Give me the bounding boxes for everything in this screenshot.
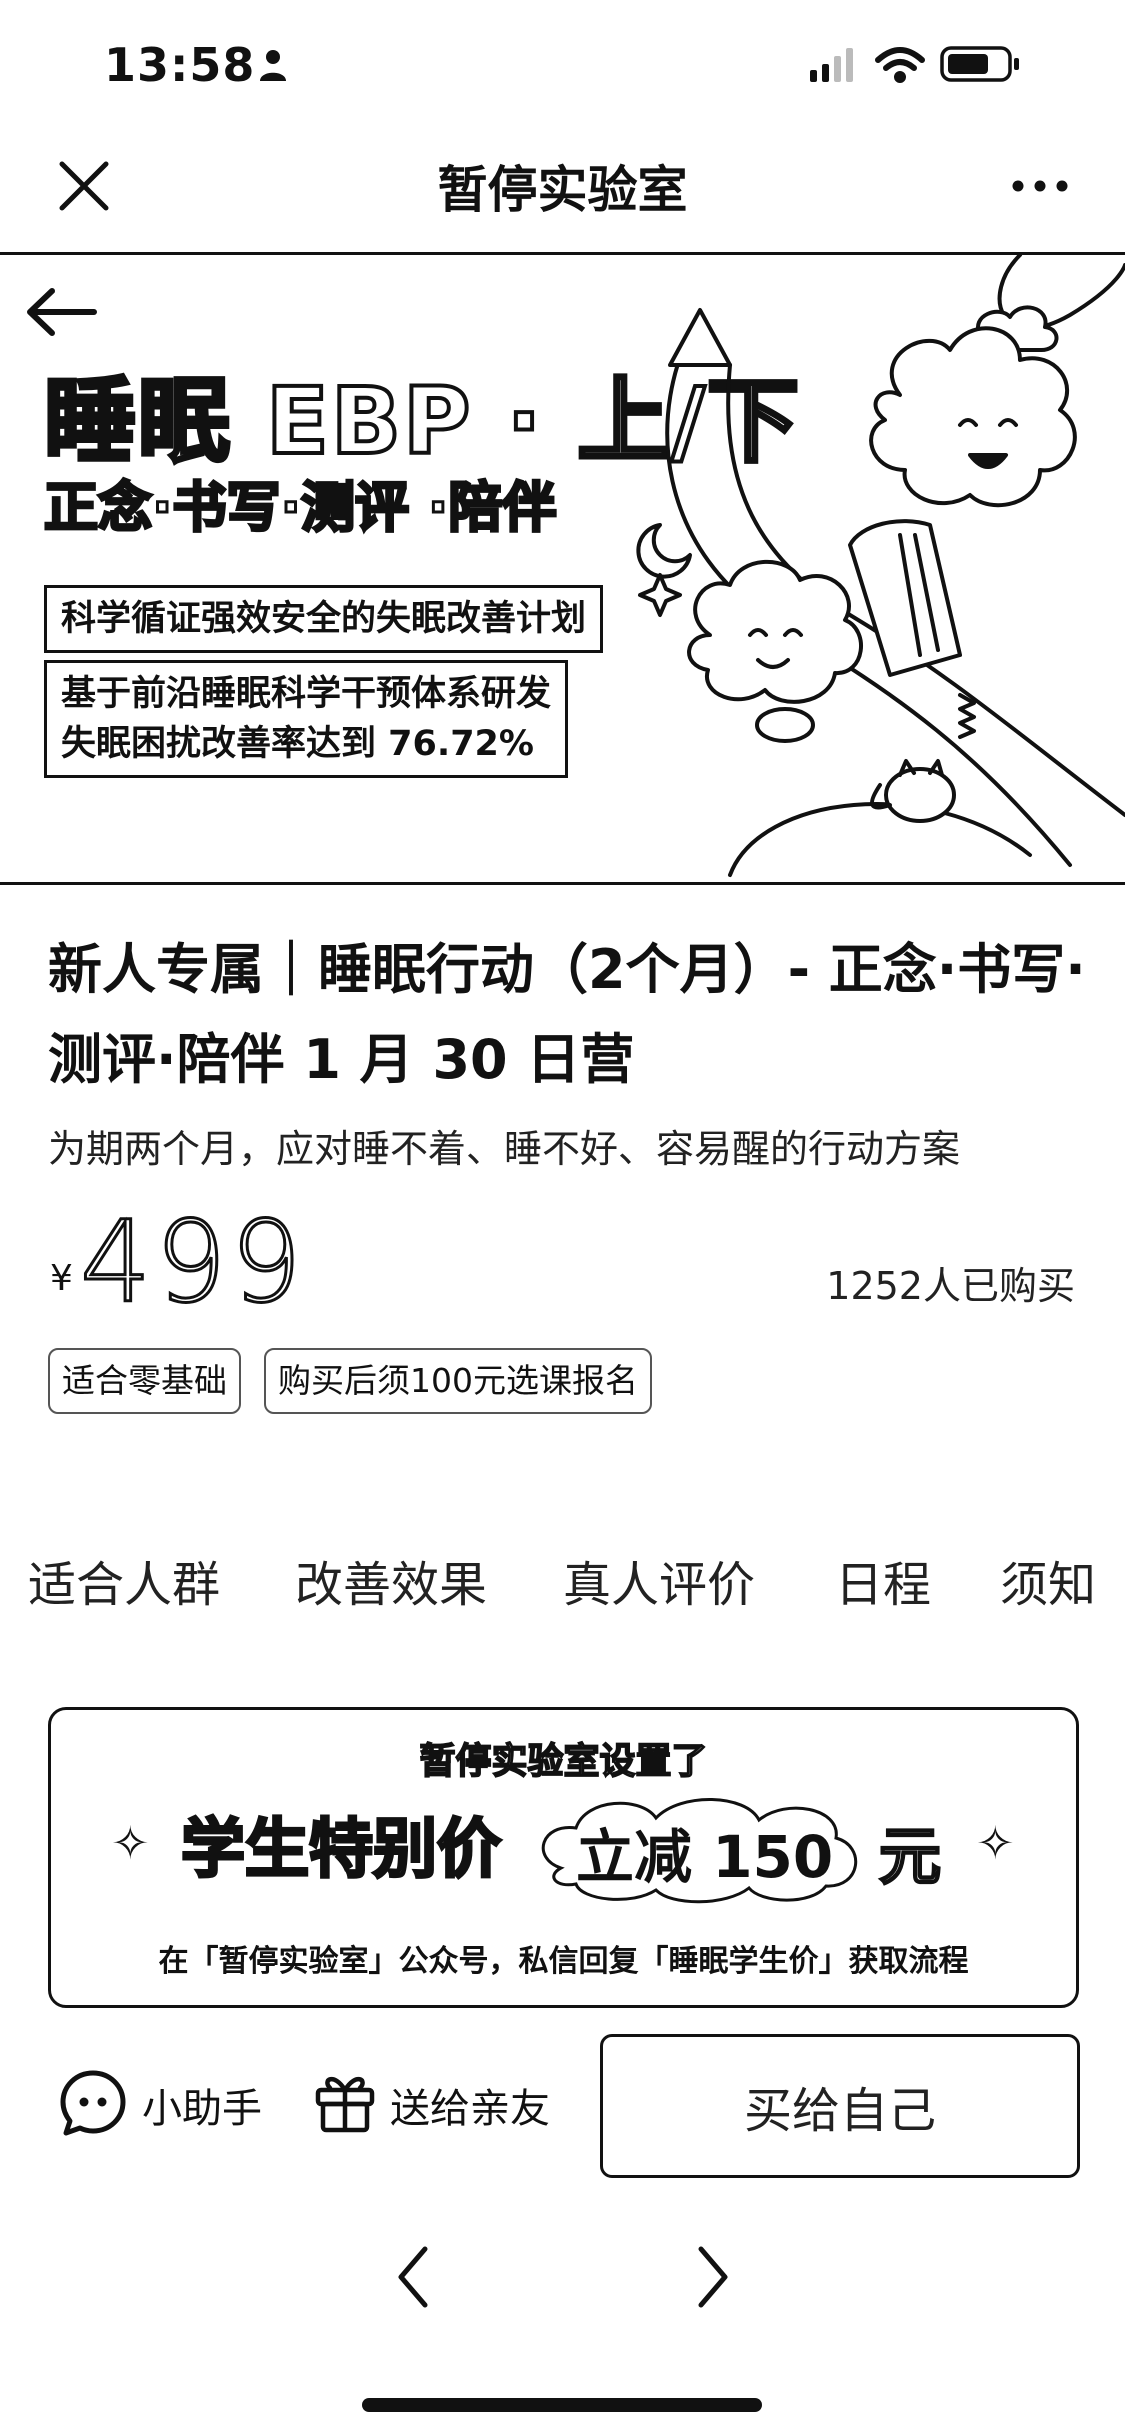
promo-title: 学生特别价 bbox=[180, 1812, 503, 1889]
product-title: 新人专属｜睡眠行动（2个月）- 正念·书写·测评·陪伴 1 月 30 日营 bbox=[48, 938, 1086, 1091]
banner-feature-box: 科学循证强效安全的失眠改善计划 bbox=[44, 585, 604, 653]
promo-header: 暂停实验室设置了 bbox=[419, 1740, 709, 1783]
promo-banner[interactable]: 睡眠 EBP · 上/下 正念·书写·测评 ·陪伴 科学循证强效安全的失眠改善计… bbox=[0, 255, 1125, 885]
price-currency: ¥ bbox=[50, 1258, 73, 1299]
tag-enrollment-note: 购买后须100元选课报名 bbox=[264, 1348, 652, 1414]
banner-subtitle: 正念·书写·测评 ·陪伴 bbox=[42, 475, 557, 541]
status-icons bbox=[810, 46, 1019, 83]
nav-title: 暂停实验室 bbox=[437, 161, 688, 219]
banner-stat-line1: 基于前沿睡眠科学干预体系研发 bbox=[61, 674, 552, 714]
buy-for-self-button[interactable]: 买给自己 bbox=[600, 2034, 1080, 2178]
tab-reviews[interactable]: 真人评价 bbox=[563, 1545, 755, 1615]
home-indicator[interactable] bbox=[362, 2398, 762, 2412]
gift-label[interactable]: 送给亲友 bbox=[390, 2076, 550, 2134]
person-icon bbox=[260, 50, 286, 81]
chevron-right-icon[interactable] bbox=[695, 2245, 731, 2309]
banner-stat-box: 基于前沿睡眠科学干预体系研发 失眠困扰改善率达到 76.72% bbox=[44, 660, 569, 778]
promo-note: 在「暂停实验室」公众号，私信回复「睡眠学生价」获取流程 bbox=[158, 1944, 969, 1979]
tag-beginner: 适合零基础 bbox=[48, 1348, 241, 1414]
chat-bubble-icon[interactable] bbox=[58, 2068, 128, 2138]
more-icon[interactable] bbox=[1008, 160, 1072, 212]
battery-icon bbox=[940, 46, 1019, 82]
price-value: 499 bbox=[79, 1197, 306, 1330]
wifi-icon bbox=[875, 47, 925, 83]
assistant-label[interactable]: 小助手 bbox=[142, 2076, 262, 2134]
signal-icon bbox=[810, 48, 853, 82]
gift-icon[interactable] bbox=[314, 2068, 376, 2134]
back-arrow-icon[interactable] bbox=[22, 285, 98, 339]
tab-notice[interactable]: 须知 bbox=[1000, 1545, 1096, 1615]
banner-stat-line2: 失眠困扰改善率达到 76.72% bbox=[61, 724, 534, 764]
student-discount-card[interactable]: 暂停实验室设置了 ✧ 学生特别价 立减 150 元 ✧ 在「暂停实验室」公众号，… bbox=[48, 1707, 1079, 2008]
promo-unit: 元 bbox=[878, 1819, 942, 1894]
sparkle-icon: ✧ bbox=[976, 1816, 1015, 1870]
tab-schedule[interactable]: 日程 bbox=[835, 1545, 931, 1615]
sold-count: 1252人已购买 bbox=[826, 1264, 1075, 1308]
tab-effect[interactable]: 改善效果 bbox=[295, 1545, 487, 1615]
sleep-clouds-illustration bbox=[636, 255, 1125, 877]
chevron-left-icon[interactable] bbox=[395, 2245, 431, 2309]
banner-divider bbox=[0, 882, 1125, 885]
sparkle-icon: ✧ bbox=[111, 1816, 150, 1870]
product-description: 为期两个月，应对睡不着、睡不好、容易醒的行动方案 bbox=[48, 1127, 961, 1171]
status-time: 13:58 bbox=[104, 38, 256, 92]
tab-audience[interactable]: 适合人群 bbox=[28, 1545, 220, 1615]
promo-reduction: 立减 150 bbox=[576, 1823, 834, 1891]
